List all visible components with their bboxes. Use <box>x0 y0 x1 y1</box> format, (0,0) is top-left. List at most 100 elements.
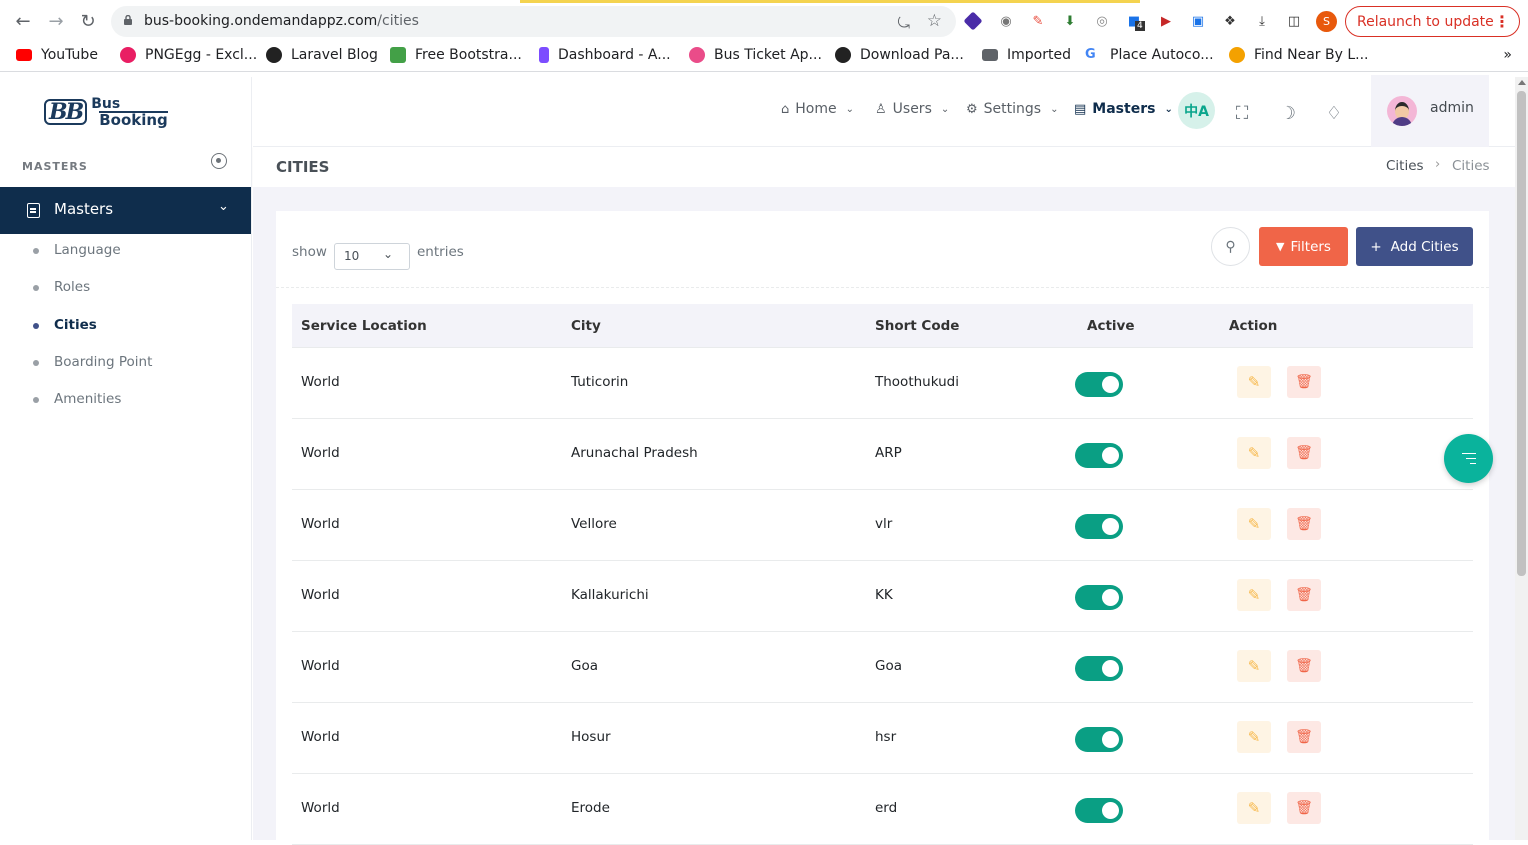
nav-home[interactable]: ⌂ Home ⌄ <box>781 101 854 117</box>
scrollbar-thumb[interactable] <box>1517 91 1526 576</box>
sidebar-item-amenities[interactable]: Amenities <box>0 385 251 415</box>
globe-extension-icon[interactable]: ◎ <box>1093 12 1111 30</box>
dashboard-icon <box>539 47 549 63</box>
forward-icon[interactable]: → <box>46 11 66 32</box>
cell-location: World <box>301 374 340 390</box>
edit-pencil-icon[interactable]: ✎ <box>1237 721 1271 753</box>
downloads-icon[interactable]: ⤓ <box>1253 12 1271 30</box>
delete-trash-icon[interactable]: 🗑 <box>1287 508 1321 540</box>
cell-city: Arunachal Pradesh <box>571 445 698 461</box>
screen-extension-icon[interactable]: ▣ <box>1189 12 1207 30</box>
active-toggle[interactable] <box>1075 372 1123 397</box>
bookmark-pngegg[interactable]: PNGEgg - Excl... <box>120 47 257 63</box>
customizer-fab-button[interactable] <box>1444 434 1493 483</box>
language-switch-icon[interactable]: 中A <box>1178 92 1215 129</box>
bookmark-youtube[interactable]: YouTube <box>16 47 98 63</box>
reload-icon[interactable]: ↻ <box>78 11 98 32</box>
delete-trash-icon[interactable]: 🗑 <box>1287 366 1321 398</box>
nav-masters[interactable]: ▤ Masters ⌄ <box>1074 101 1173 117</box>
share-icon[interactable]: ⤿ <box>898 14 911 32</box>
bullet-icon <box>33 323 39 329</box>
side-panel-icon[interactable]: ◫ <box>1285 12 1303 30</box>
delete-trash-icon[interactable]: 🗑 <box>1287 650 1321 682</box>
notification-bell-icon[interactable]: ♢ <box>1316 95 1352 131</box>
edit-pencil-icon[interactable]: ✎ <box>1237 437 1271 469</box>
active-toggle[interactable] <box>1075 798 1123 823</box>
app-logo[interactable]: BB Bus Booking <box>44 97 168 128</box>
user-menu[interactable]: admin <box>1371 75 1489 147</box>
media-extension-icon[interactable]: ▶ <box>1157 12 1175 30</box>
delete-trash-icon[interactable]: 🗑 <box>1287 437 1321 469</box>
column-header[interactable]: Service Location <box>301 318 427 334</box>
breadcrumb-current: Cities <box>1452 158 1490 174</box>
address-bar[interactable]: bus-booking.ondemandappz.com/cities ⤿ ☆ <box>111 6 956 37</box>
edit-pencil-icon[interactable]: ✎ <box>1237 650 1271 682</box>
cell-city: Goa <box>571 658 598 674</box>
sidebar-item-cities[interactable]: Cities <box>0 311 251 341</box>
edit-pencil-icon[interactable]: ✎ <box>1237 508 1271 540</box>
table-row: World Arunachal Pradesh ARP ✎ 🗑 <box>292 419 1473 490</box>
bookmarks-overflow-button[interactable]: » <box>1503 47 1512 63</box>
bookmark-laravel[interactable]: Laravel Blog <box>266 47 378 63</box>
edit-pencil-icon[interactable]: ✎ <box>1237 792 1271 824</box>
active-toggle[interactable] <box>1075 443 1123 468</box>
column-header[interactable]: Active <box>1087 318 1135 334</box>
back-icon[interactable]: ← <box>13 11 33 32</box>
delete-trash-icon[interactable]: 🗑 <box>1287 792 1321 824</box>
show-label: show <box>292 244 327 260</box>
download-extension-icon[interactable]: ⬇ <box>1061 12 1079 30</box>
column-header[interactable]: Short Code <box>875 318 959 334</box>
bookmark-bootstrap[interactable]: Free Bootstra... <box>390 47 522 63</box>
active-toggle[interactable] <box>1075 727 1123 752</box>
entries-select[interactable]: 10 ⌄ <box>334 243 410 270</box>
bookmark-download[interactable]: Download Pa... <box>835 47 964 63</box>
relaunch-button[interactable]: Relaunch to update ⋮ <box>1345 6 1520 37</box>
bookmark-bus-ticket[interactable]: Bus Ticket Ap... <box>689 47 822 63</box>
chevron-down-icon: ⌄ <box>845 103 854 115</box>
cell-city: Tuticorin <box>571 374 629 390</box>
delete-trash-icon[interactable]: 🗑 <box>1287 579 1321 611</box>
sidebar-item-boarding-point[interactable]: Boarding Point <box>0 348 251 378</box>
active-toggle[interactable] <box>1075 585 1123 610</box>
active-toggle[interactable] <box>1075 656 1123 681</box>
active-toggle[interactable] <box>1075 514 1123 539</box>
extension-icon[interactable] <box>963 11 983 31</box>
app-header: ⌂ Home ⌄ ♙ Users ⌄ ⚙ Settings ⌄ ▤ Masters ⌄ 中A ⛶… <box>253 75 1515 147</box>
table-header: Service Location City Short Code Active … <box>292 304 1473 348</box>
table-row: World Kallakurichi KK ✎ 🗑 <box>292 561 1473 632</box>
sidebar-toggle-icon[interactable] <box>211 153 227 169</box>
puzzle-icon[interactable]: ❖ <box>1221 12 1239 30</box>
breadcrumb-link[interactable]: Cities <box>1386 158 1424 174</box>
bookmark-folder-imported[interactable]: Imported <box>982 47 1071 63</box>
filters-button[interactable]: ▼ Filters <box>1259 227 1348 266</box>
bookmark-dashboard[interactable]: Dashboard - A... <box>539 47 671 63</box>
sidebar-item-masters[interactable]: Masters ⌄ <box>0 187 251 234</box>
sidebar-item-roles[interactable]: Roles <box>0 273 251 303</box>
bookmark-place-autocomplete[interactable]: G Place Autoco... <box>1085 47 1214 63</box>
nav-settings[interactable]: ⚙ Settings ⌄ <box>966 101 1058 117</box>
cell-location: World <box>301 445 340 461</box>
add-cities-button[interactable]: + Add Cities <box>1356 227 1473 266</box>
column-header[interactable]: Action <box>1229 318 1277 334</box>
search-icon: ⚲ <box>1225 238 1236 255</box>
fullscreen-icon[interactable]: ⛶ <box>1224 95 1260 131</box>
nav-users[interactable]: ♙ Users ⌄ <box>875 101 949 117</box>
page-title: CITIES <box>276 158 330 176</box>
page-scrollbar[interactable] <box>1515 77 1528 840</box>
sidebar-item-language[interactable]: Language <box>0 236 251 266</box>
color-picker-extension-icon[interactable]: ✎ <box>1029 12 1047 30</box>
profile-avatar[interactable]: S <box>1316 11 1337 32</box>
bookmark-star-icon[interactable]: ☆ <box>927 11 942 31</box>
dark-mode-moon-icon[interactable]: ☽ <box>1270 95 1306 131</box>
delete-trash-icon[interactable]: 🗑 <box>1287 721 1321 753</box>
column-header[interactable]: City <box>571 318 601 334</box>
scroll-up-icon[interactable] <box>1518 80 1526 85</box>
globe-icon <box>835 47 851 63</box>
edit-pencil-icon[interactable]: ✎ <box>1237 366 1271 398</box>
chevron-right-icon: › <box>1435 157 1441 172</box>
camera-extension-icon[interactable]: ◉ <box>997 12 1015 30</box>
bookmark-find-near-by[interactable]: Find Near By L... <box>1229 47 1369 63</box>
badge-extension-icon[interactable]: ■ 4 <box>1125 12 1145 31</box>
search-button[interactable]: ⚲ <box>1211 227 1250 266</box>
edit-pencil-icon[interactable]: ✎ <box>1237 579 1271 611</box>
